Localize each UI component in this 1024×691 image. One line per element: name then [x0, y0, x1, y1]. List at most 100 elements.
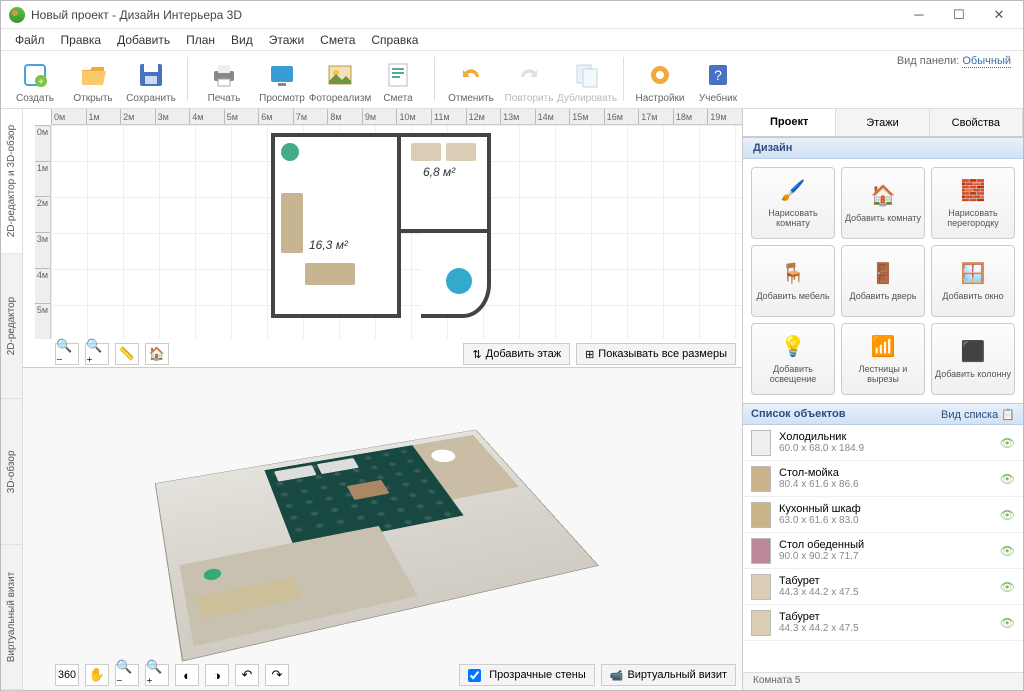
- design-add-room-button[interactable]: 🏠Добавить комнату: [841, 167, 925, 239]
- plan-2d-tools: 🔍⁻ 🔍⁺ 📏 🏠: [55, 343, 169, 365]
- menubar: Файл Правка Добавить План Вид Этажи Смет…: [1, 29, 1023, 51]
- cost-button[interactable]: Смета: [370, 57, 426, 104]
- visibility-icon[interactable]: 👁: [1000, 472, 1015, 486]
- visibility-icon[interactable]: 👁: [1000, 436, 1015, 450]
- open-button[interactable]: Открыть: [65, 57, 121, 104]
- design-add-door-button[interactable]: 🚪Добавить дверь: [841, 245, 925, 317]
- pan-icon[interactable]: ✋: [85, 664, 109, 686]
- vtab-2d3d[interactable]: 2D-редактор и 3D-обзор: [1, 109, 22, 254]
- stairs-icon: 📶: [869, 333, 897, 361]
- preview-button[interactable]: Просмотр: [254, 57, 310, 104]
- preview-icon: [266, 59, 298, 91]
- object-row[interactable]: Стол обеденный90.0 x 90.2 x 71.7👁: [743, 533, 1023, 569]
- view-mode-tabs: 2D-редактор и 3D-обзор 2D-редактор 3D-об…: [1, 109, 23, 690]
- design-add-window-button[interactable]: 🪟Добавить окно: [931, 245, 1015, 317]
- object-thumb-icon: [751, 538, 771, 564]
- render-3d-tools: 360 ✋ 🔍⁻ 🔍⁺ ◐ ◑ ↶ ↷: [55, 664, 289, 686]
- menu-help[interactable]: Справка: [363, 31, 426, 49]
- close-button[interactable]: ✕: [979, 1, 1019, 29]
- titlebar: Новый проект - Дизайн Интерьера 3D ─ ☐ ✕: [1, 1, 1023, 29]
- object-row[interactable]: Табурет44.3 x 44.2 x 47.5👁: [743, 569, 1023, 605]
- render-3d-view[interactable]: 360 ✋ 🔍⁻ 🔍⁺ ◐ ◑ ↶ ↷ Прозрачные стены 📹Ви…: [23, 367, 742, 690]
- design-draw-wall-button[interactable]: 🧱Нарисовать перегородку: [931, 167, 1015, 239]
- svg-text:?: ?: [714, 67, 722, 83]
- vtab-vr[interactable]: Виртуальный визит: [1, 545, 22, 690]
- menu-plan[interactable]: План: [178, 31, 223, 49]
- measure-icon[interactable]: 📏: [115, 343, 139, 365]
- virtual-visit-button[interactable]: 📹Виртуальный визит: [601, 664, 736, 686]
- add-room-icon: 🏠: [869, 182, 897, 210]
- duplicate-icon: [571, 59, 603, 91]
- visibility-icon[interactable]: 👁: [1000, 544, 1015, 558]
- object-row[interactable]: Холодильник60.0 x 68.0 x 184.9👁: [743, 425, 1023, 461]
- redo-button[interactable]: Повторить: [501, 57, 557, 104]
- add-window-icon: 🪟: [959, 260, 987, 288]
- tab-properties[interactable]: Свойства: [930, 109, 1023, 136]
- visibility-icon[interactable]: 👁: [1000, 616, 1015, 630]
- vtab-3d[interactable]: 3D-обзор: [1, 400, 22, 545]
- minimize-button[interactable]: ─: [899, 1, 939, 29]
- tilt-up-icon[interactable]: ◑: [205, 664, 229, 686]
- zoom-out-icon[interactable]: 🔍⁻: [55, 343, 79, 365]
- plan-2d-view[interactable]: 0м1м2м3м4м5м6м7м8м9м10м11м12м13м14м15м16…: [23, 109, 742, 367]
- help-button[interactable]: ?Учебник: [690, 57, 746, 104]
- print-icon: [208, 59, 240, 91]
- transparent-walls-toggle[interactable]: Прозрачные стены: [459, 664, 594, 686]
- help-icon: ?: [702, 59, 734, 91]
- maximize-button[interactable]: ☐: [939, 1, 979, 29]
- vtab-2d[interactable]: 2D-редактор: [1, 254, 22, 399]
- zoom-out-3d-icon[interactable]: 🔍⁻: [115, 664, 139, 686]
- design-add-furniture-button[interactable]: 🪑Добавить мебель: [751, 245, 835, 317]
- settings-button[interactable]: Настройки: [632, 57, 688, 104]
- settings-icon: [644, 59, 676, 91]
- menu-add[interactable]: Добавить: [109, 31, 178, 49]
- object-row[interactable]: Стол-мойка80.4 x 61.6 x 86.6👁: [743, 461, 1023, 497]
- duplicate-button[interactable]: Дублировать: [559, 57, 615, 104]
- tab-project[interactable]: Проект: [743, 109, 836, 136]
- panel-view-switch: Вид панели: Обычный: [897, 55, 1011, 67]
- render-3d-scene[interactable]: [155, 430, 599, 662]
- object-row[interactable]: Кухонный шкаф63.0 x 61.6 x 83.0👁: [743, 497, 1023, 533]
- object-list-footer: Комната 5: [743, 672, 1023, 690]
- design-add-light-button[interactable]: 💡Добавить освещение: [751, 323, 835, 395]
- object-list[interactable]: Холодильник60.0 x 68.0 x 184.9👁Стол-мойк…: [743, 425, 1023, 672]
- floor-plan[interactable]: 16,3 м² 6,8 м²: [271, 133, 491, 318]
- design-stairs-button[interactable]: 📶Лестницы и вырезы: [841, 323, 925, 395]
- undo-button[interactable]: Отменить: [443, 57, 499, 104]
- open-icon: [77, 59, 109, 91]
- tilt-down-icon[interactable]: ◐: [175, 664, 199, 686]
- object-row[interactable]: Табурет44.3 x 44.2 x 47.5👁: [743, 605, 1023, 641]
- menu-file[interactable]: Файл: [7, 31, 53, 49]
- menu-edit[interactable]: Правка: [53, 31, 110, 49]
- menu-floors[interactable]: Этажи: [261, 31, 312, 49]
- rotate-left-icon[interactable]: ↶: [235, 664, 259, 686]
- tab-floors[interactable]: Этажи: [836, 109, 929, 136]
- design-header: Дизайн: [743, 137, 1023, 159]
- panel-view-link[interactable]: Обычный: [962, 55, 1011, 68]
- design-draw-room-button[interactable]: 🖌️Нарисовать комнату: [751, 167, 835, 239]
- ruler-horizontal: 0м1м2м3м4м5м6м7м8м9м10м11м12м13м14м15м16…: [51, 109, 742, 125]
- grid-2d[interactable]: 16,3 м² 6,8 м²: [51, 125, 742, 339]
- add-floor-button[interactable]: ⇅Добавить этаж: [463, 343, 570, 365]
- design-add-column-button[interactable]: ⬛Добавить колонну: [931, 323, 1015, 395]
- home-icon[interactable]: 🏠: [145, 343, 169, 365]
- menu-view[interactable]: Вид: [223, 31, 261, 49]
- print-button[interactable]: Печать: [196, 57, 252, 104]
- add-light-icon: 💡: [779, 333, 807, 361]
- zoom-in-3d-icon[interactable]: 🔍⁺: [145, 664, 169, 686]
- visibility-icon[interactable]: 👁: [1000, 580, 1015, 594]
- rotate-right-icon[interactable]: ↷: [265, 664, 289, 686]
- menu-cost[interactable]: Смета: [312, 31, 363, 49]
- create-button[interactable]: +Создать: [7, 57, 63, 104]
- add-column-icon: ⬛: [959, 338, 987, 366]
- zoom-in-icon[interactable]: 🔍⁺: [85, 343, 109, 365]
- object-thumb-icon: [751, 610, 771, 636]
- create-icon: +: [19, 59, 51, 91]
- rotate-360-icon[interactable]: 360: [55, 664, 79, 686]
- save-button[interactable]: Сохранить: [123, 57, 179, 104]
- show-sizes-button[interactable]: ⊞Показывать все размеры: [576, 343, 736, 365]
- list-view-toggle[interactable]: Вид списка: [941, 409, 998, 421]
- visibility-icon[interactable]: 👁: [1000, 508, 1015, 522]
- photoreal-button[interactable]: Фотореализм: [312, 57, 368, 104]
- room-area-big: 16,3 м²: [309, 238, 348, 252]
